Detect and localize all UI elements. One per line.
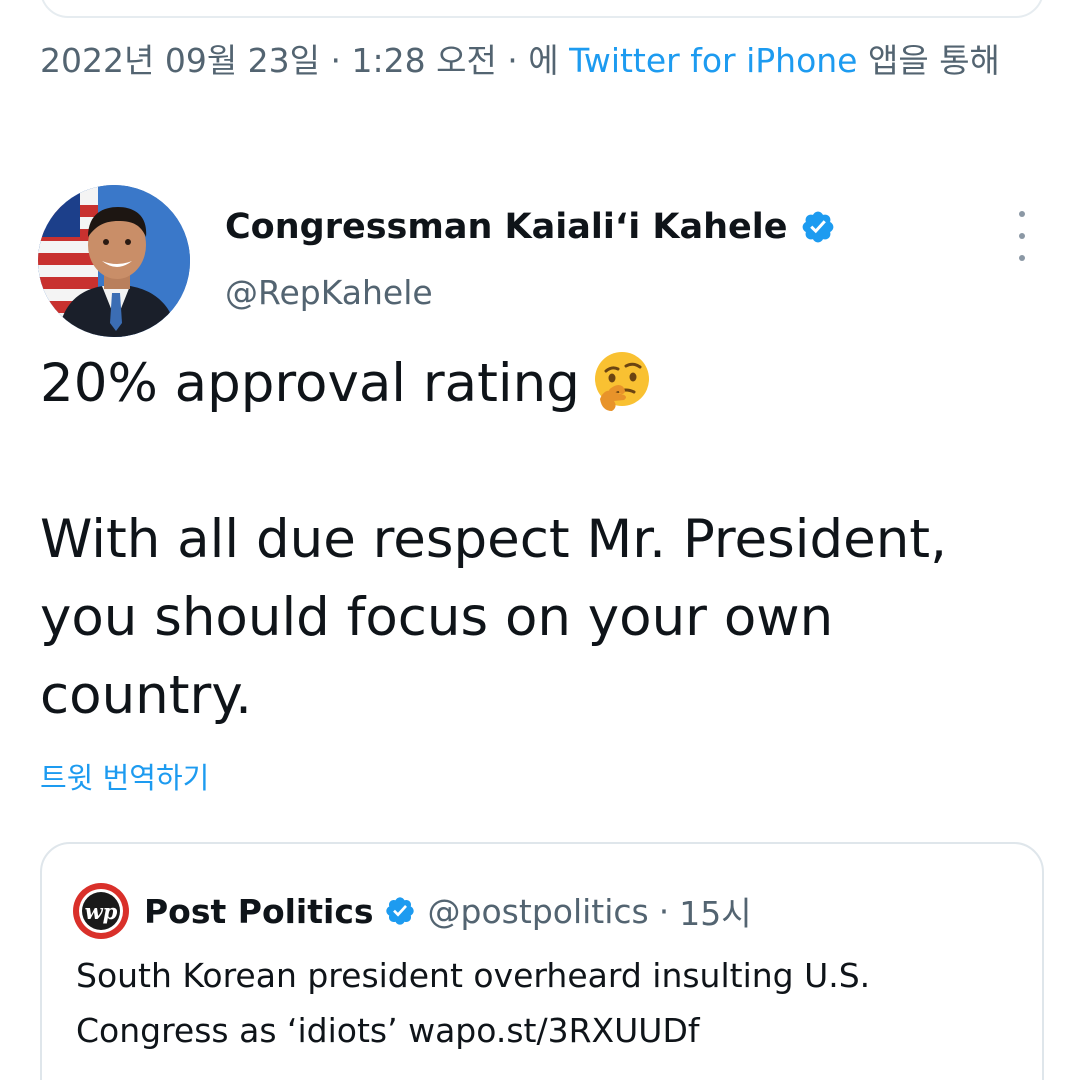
tweet-detail-page: 2022년 09월 23일 · 1:28 오전 · 에 Twitter for … <box>0 0 1080 1080</box>
svg-text:wp: wp <box>85 899 118 924</box>
dot <box>1019 211 1025 217</box>
washington-post-logo: wp <box>73 883 129 939</box>
verified-badge-icon <box>802 211 833 243</box>
quoted-tweet-text: South Korean president overheard insulti… <box>76 956 871 1050</box>
quoted-author-name: Post Politics <box>144 891 374 931</box>
tweet-line-1-text: 20% approval rating <box>40 353 580 414</box>
tweet-timestamp[interactable]: 2022년 09월 23일 · 1:28 오전 · <box>40 41 528 80</box>
author-name[interactable]: Congressman Kaiali‘i Kahele <box>225 207 788 247</box>
dot <box>1019 233 1025 239</box>
quoted-separator: · <box>658 891 670 931</box>
via-prefix: 에 <box>528 41 570 80</box>
tweet-text: 20% approval rating With all due respect… <box>40 345 1040 735</box>
author-handle[interactable]: @RepKahele <box>225 273 433 312</box>
thinking-face-emoji <box>594 352 649 411</box>
tweet-line-1: 20% approval rating <box>40 345 1040 423</box>
avatar[interactable] <box>38 185 190 337</box>
tweet-paragraph-2: With all due respect Mr. President, you … <box>40 509 947 726</box>
author-name-row[interactable]: Congressman Kaiali‘i Kahele <box>225 207 836 247</box>
avatar-portrait <box>38 185 190 337</box>
source-app-link[interactable]: Twitter for iPhone <box>569 41 857 80</box>
more-options-icon[interactable] <box>1010 211 1034 261</box>
tweet-author-header: Congressman Kaiali‘i Kahele @RepKahele <box>38 185 1042 337</box>
translate-tweet-link[interactable]: 트윗 번역하기 <box>40 755 209 797</box>
tweet-metadata: 2022년 09월 23일 · 1:28 오전 · 에 Twitter for … <box>40 38 1040 84</box>
dot <box>1019 255 1025 261</box>
via-suffix: 앱을 통해 <box>857 41 1000 80</box>
verified-badge-icon <box>385 897 414 925</box>
quoted-tweet-header: wp Post Politics @postpolitics · 15시 <box>72 882 752 940</box>
quoted-author-handle: @postpolitics <box>427 891 649 931</box>
previous-card-edge <box>40 0 1044 18</box>
quoted-tweet-card[interactable]: wp Post Politics @postpolitics · 15시 Sou… <box>40 842 1044 1080</box>
quoted-tweet-time: 15시 <box>679 894 752 933</box>
